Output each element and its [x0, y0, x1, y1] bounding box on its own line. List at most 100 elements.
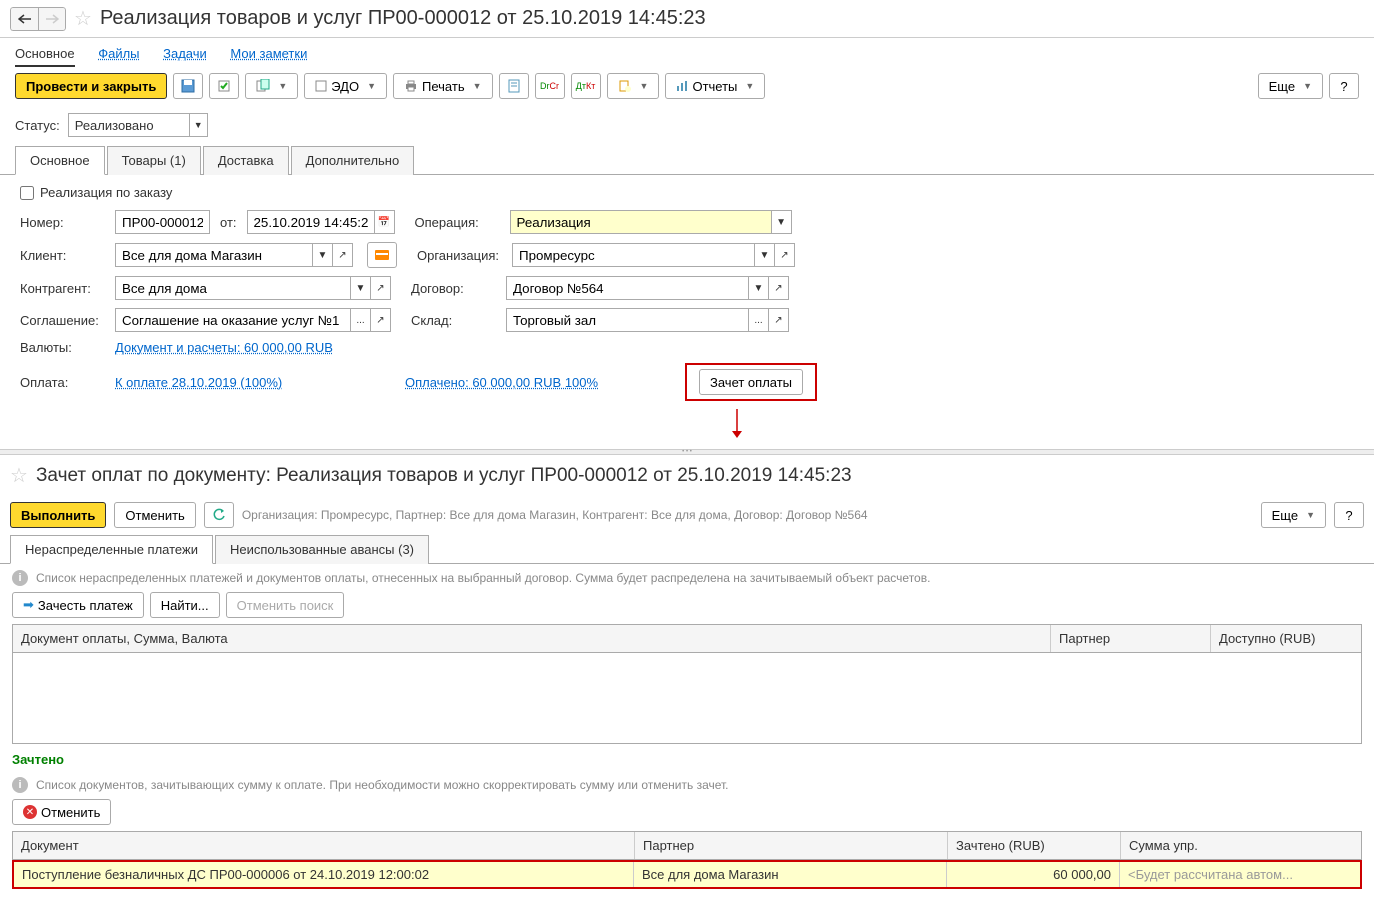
contract-open-icon[interactable]: ↗	[769, 276, 789, 300]
info-icon-2: i	[12, 777, 28, 793]
more-button-2[interactable]: Еще▼	[1261, 502, 1326, 528]
section2-info: Организация: Промресурс, Партнер: Все дл…	[242, 508, 868, 522]
offset-payment-action[interactable]: ➡Зачесть платеж	[12, 592, 144, 618]
tab-notes[interactable]: Мои заметки	[230, 46, 307, 61]
credited-label: Зачтено	[0, 744, 1374, 771]
org-drop-icon[interactable]: ▼	[755, 243, 775, 267]
org-input[interactable]	[512, 243, 755, 267]
edo-button[interactable]: ЭДО▼	[304, 73, 387, 99]
cancel-button[interactable]: Отменить	[114, 502, 195, 528]
currency-link[interactable]: Документ и расчеты: 60 000,00 RUB	[115, 340, 333, 355]
table-row[interactable]: Поступление безналичных ДС ПР00-000006 о…	[14, 862, 1360, 887]
col-partner[interactable]: Партнер	[1051, 625, 1211, 652]
client-drop-icon[interactable]: ▼	[313, 243, 333, 267]
agreement-more-icon[interactable]: ...	[351, 308, 371, 332]
bcol-sum[interactable]: Сумма упр.	[1121, 832, 1361, 859]
hint-1: Список нераспределенных платежей и докум…	[36, 571, 930, 585]
cancel-credited-button[interactable]: ✕Отменить	[12, 799, 111, 825]
save-button[interactable]	[173, 73, 203, 99]
tab-tasks[interactable]: Задачи	[163, 46, 207, 61]
tab-main[interactable]: Основное	[15, 46, 75, 67]
chevron-down-icon[interactable]: ▼	[189, 114, 207, 136]
col-available[interactable]: Доступно (RUB)	[1211, 625, 1361, 652]
favorite-star-icon[interactable]: ☆	[74, 6, 92, 31]
warehouse-open-icon[interactable]: ↗	[769, 308, 789, 332]
more-button[interactable]: Еще▼	[1258, 73, 1323, 99]
page-title: Реализация товаров и услуг ПР00-000012 о…	[100, 7, 706, 30]
contract-label: Договор:	[411, 281, 496, 296]
operation-input[interactable]	[510, 210, 772, 234]
cell-amount: 60 000,00	[947, 862, 1120, 887]
calendar-icon[interactable]: 📅	[375, 210, 395, 234]
find-button[interactable]: Найти...	[150, 592, 220, 618]
counterparty-drop-icon[interactable]: ▼	[351, 276, 371, 300]
bcol-document[interactable]: Документ	[13, 832, 635, 859]
print-button[interactable]: Печать▼	[393, 73, 493, 99]
warehouse-more-icon[interactable]: ...	[749, 308, 769, 332]
reports-button[interactable]: Отчеты▼	[665, 73, 765, 99]
number-label: Номер:	[20, 215, 105, 230]
contract-drop-icon[interactable]: ▼	[749, 276, 769, 300]
cell-document: Поступление безналичных ДС ПР00-000006 о…	[14, 862, 634, 887]
agreement-input[interactable]	[115, 308, 351, 332]
col-document[interactable]: Документ оплаты, Сумма, Валюта	[13, 625, 1051, 652]
client-input[interactable]	[115, 243, 313, 267]
arrow-down-icon	[730, 409, 744, 439]
cancel-search-button[interactable]: Отменить поиск	[226, 592, 345, 618]
org-open-icon[interactable]: ↗	[775, 243, 795, 267]
refresh-button[interactable]	[204, 502, 234, 528]
form-tab-delivery[interactable]: Доставка	[203, 146, 289, 175]
status-select[interactable]: Реализовано ▼	[68, 113, 208, 137]
debit-credit-button[interactable]: DrCr	[535, 73, 565, 99]
warehouse-input[interactable]	[506, 308, 749, 332]
tab-files[interactable]: Файлы	[98, 46, 139, 61]
by-order-checkbox[interactable]	[20, 186, 34, 200]
contract-input[interactable]	[506, 276, 749, 300]
form-tab-additional[interactable]: Дополнительно	[291, 146, 415, 175]
from-label: от:	[220, 215, 237, 230]
operation-label: Операция:	[415, 215, 500, 230]
bcol-credited[interactable]: Зачтено (RUB)	[948, 832, 1121, 859]
form-tab-main[interactable]: Основное	[15, 146, 105, 175]
number-input[interactable]	[115, 210, 210, 234]
agreement-open-icon[interactable]: ↗	[371, 308, 391, 332]
section2-title: Зачет оплат по документу: Реализация тов…	[36, 465, 852, 487]
help-button-2[interactable]: ?	[1334, 502, 1364, 528]
counterparty-input[interactable]	[115, 276, 351, 300]
table-body-empty	[13, 653, 1361, 743]
operation-drop-icon[interactable]: ▼	[772, 210, 792, 234]
date-input[interactable]	[247, 210, 375, 234]
cell-partner: Все для дома Магазин	[634, 862, 947, 887]
nav-back-button[interactable]	[10, 7, 38, 31]
paid-link[interactable]: Оплачено: 60 000,00 RUB 100%	[405, 375, 675, 390]
cell-sum-placeholder: <Будет рассчитана автом...	[1120, 862, 1360, 887]
org-label: Организация:	[417, 248, 502, 263]
document-icon-button[interactable]	[499, 73, 529, 99]
post-and-close-button[interactable]: Провести и закрыть	[15, 73, 167, 99]
create-based-button[interactable]: ▼	[245, 73, 298, 99]
credited-table-highlighted: Поступление безналичных ДС ПР00-000006 о…	[12, 860, 1362, 889]
execute-button[interactable]: Выполнить	[10, 502, 106, 528]
favorite-star-icon-2[interactable]: ☆	[10, 463, 28, 488]
debit-credit-alt-button[interactable]: ДтКт	[571, 73, 601, 99]
subtab-unused-advances[interactable]: Неиспользованные авансы (3)	[215, 535, 429, 564]
status-label: Статус:	[15, 118, 60, 133]
unallocated-table: Документ оплаты, Сумма, Валюта Партнер Д…	[12, 624, 1362, 744]
post-button[interactable]	[209, 73, 239, 99]
offset-payment-button[interactable]: Зачет оплаты	[685, 363, 817, 401]
payment-label: Оплата:	[20, 375, 105, 390]
attach-button[interactable]: ▼	[607, 73, 660, 99]
client-card-icon[interactable]	[367, 242, 397, 268]
client-label: Клиент:	[20, 248, 105, 263]
nav-forward-button[interactable]	[38, 7, 66, 31]
subtab-unallocated[interactable]: Нераспределенные платежи	[10, 535, 213, 564]
info-icon: i	[12, 570, 28, 586]
form-tab-goods[interactable]: Товары (1)	[107, 146, 201, 175]
cancel-icon: ✕	[23, 805, 37, 819]
counterparty-open-icon[interactable]: ↗	[371, 276, 391, 300]
counterparty-label: Контрагент:	[20, 281, 105, 296]
client-open-icon[interactable]: ↗	[333, 243, 353, 267]
payment-link[interactable]: К оплате 28.10.2019 (100%)	[115, 375, 395, 390]
help-button[interactable]: ?	[1329, 73, 1359, 99]
bcol-partner[interactable]: Партнер	[635, 832, 948, 859]
